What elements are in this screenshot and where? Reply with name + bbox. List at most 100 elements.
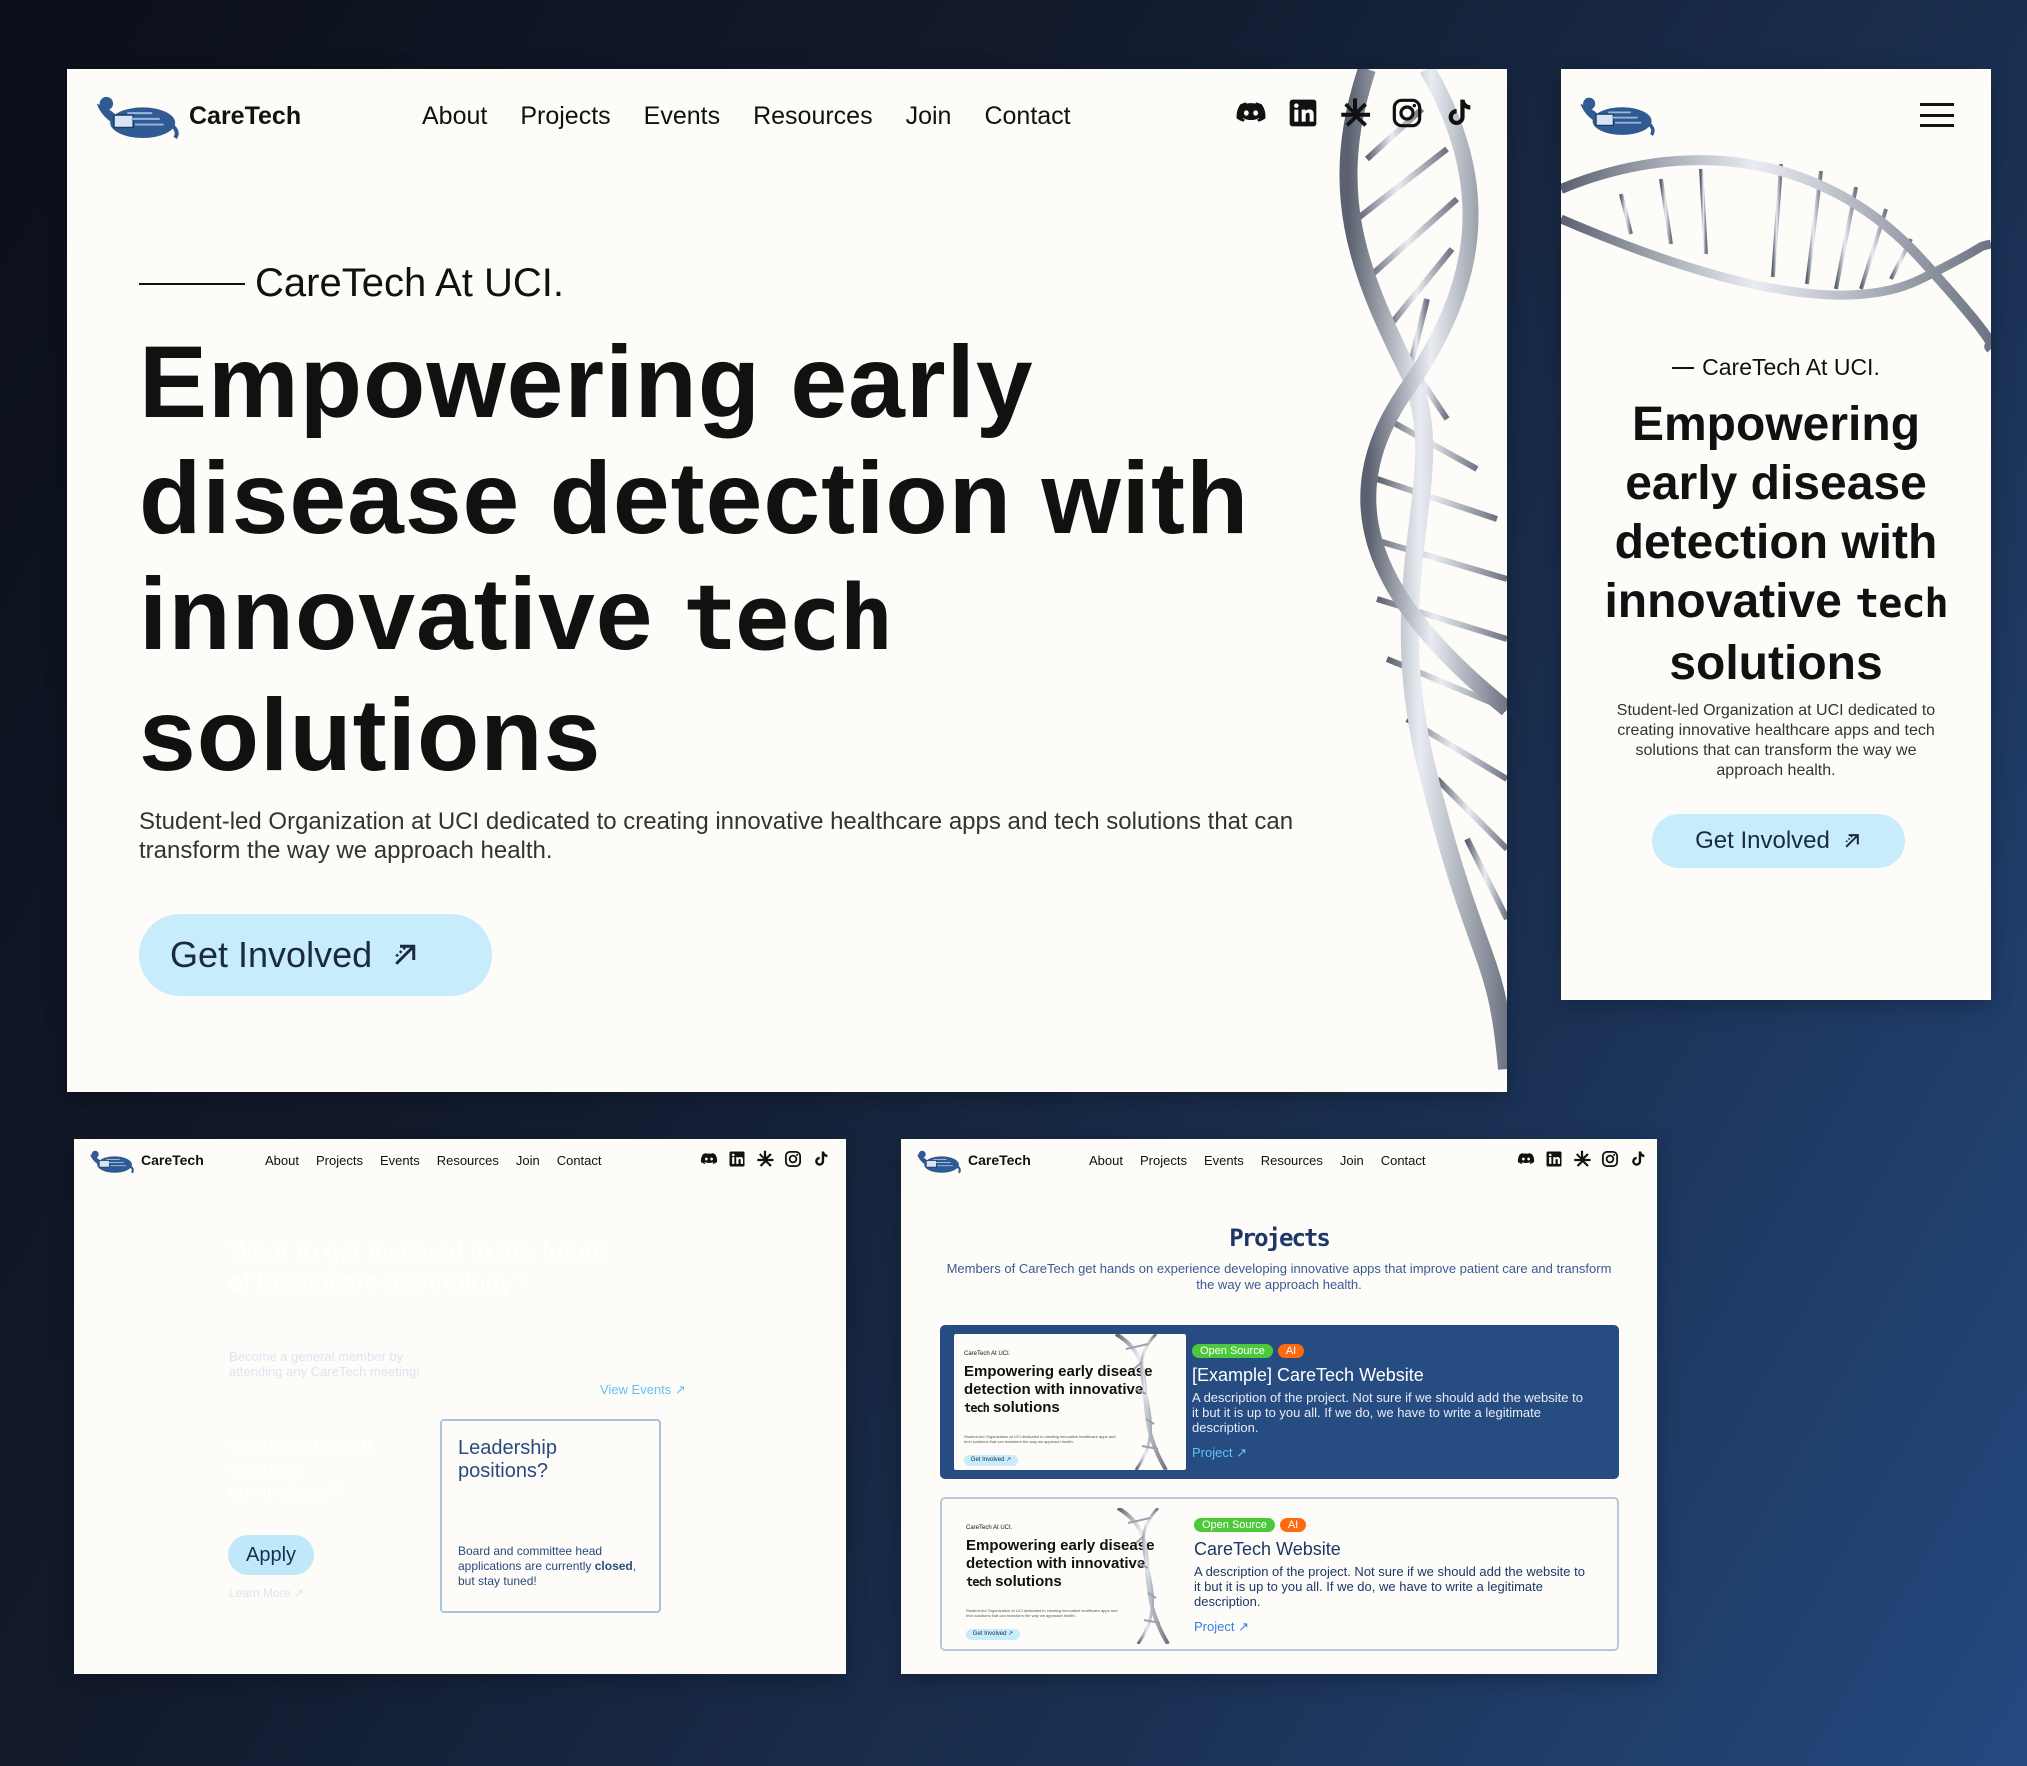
main-nav: About Projects Events Resources Join Con… (265, 1153, 602, 1168)
project-link[interactable]: Project ↗ (1194, 1619, 1249, 1635)
projects-screen: CareTech About Projects Events Resources… (901, 1139, 1657, 1674)
project-description: A description of the project. Not sure i… (1194, 1564, 1585, 1609)
headline-line: innovative tech (1581, 572, 1971, 634)
social-links (1517, 1150, 1647, 1168)
project-card[interactable]: CareTech At UCI. Empowering early diseas… (940, 1325, 1619, 1479)
discord-icon[interactable] (1235, 97, 1267, 129)
card-text: Board and committee head applications ar… (458, 1544, 638, 1589)
nav-about[interactable]: About (1089, 1153, 1123, 1168)
linktree-icon[interactable] (756, 1150, 774, 1168)
linkedin-icon[interactable] (728, 1150, 746, 1168)
thumb-end: solutions (993, 1399, 1060, 1416)
headline-line: Empowering (1631, 398, 1921, 451)
instagram-icon[interactable] (1391, 97, 1423, 129)
nav-projects[interactable]: Projects (316, 1153, 363, 1168)
dna-helix-image (1561, 155, 1991, 353)
kicker-text: CareTech At UCI. (255, 261, 565, 305)
tiktok-icon[interactable] (1629, 1150, 1647, 1168)
headline-tech: tech (682, 566, 894, 671)
social-links (700, 1150, 830, 1168)
card-title: Leadership positions? (458, 1437, 557, 1482)
get-involved-button[interactable]: Get Involved (139, 914, 492, 996)
projects-title: Projects (1229, 1224, 1331, 1252)
headline-innovative: innovative (1604, 575, 1842, 628)
tag-open-source: Open Source (1194, 1518, 1275, 1532)
social-links (1235, 97, 1475, 129)
linktree-icon[interactable] (1339, 97, 1371, 129)
nav-projects[interactable]: Projects (1140, 1153, 1187, 1168)
headline-line: early disease (1625, 457, 1927, 510)
tiktok-icon[interactable] (812, 1150, 830, 1168)
nav-events[interactable]: Events (380, 1153, 420, 1168)
instagram-icon[interactable] (1601, 1150, 1619, 1168)
brand-name[interactable]: CareTech (968, 1152, 1031, 1168)
thumb-kicker: CareTech At UCI. (964, 1351, 1011, 1357)
card-subtitle: Become a general member by attending any… (229, 1349, 420, 1379)
hero-subtitle: Student-led Organization at UCI dedicate… (1616, 702, 1936, 779)
general-member-card: Want to get involved in the future of he… (212, 1220, 706, 1410)
nav-projects[interactable]: Projects (520, 102, 610, 131)
linkedin-icon[interactable] (1287, 97, 1319, 129)
nav-events[interactable]: Events (644, 102, 720, 131)
headline-line: detection with (1614, 516, 1938, 569)
caretech-logo[interactable] (93, 90, 179, 142)
nav-contact[interactable]: Contact (1381, 1153, 1426, 1168)
nav-join[interactable]: Join (516, 1153, 540, 1168)
join-screen: CareTech About Projects Events Resources… (74, 1139, 846, 1674)
nav-contact[interactable]: Contact (984, 102, 1070, 131)
cta-label: Get Involved (170, 934, 373, 975)
thumb-end: solutions (995, 1573, 1062, 1590)
learn-more-link[interactable]: Learn More ↗ (229, 1586, 304, 1600)
caretech-logo[interactable] (915, 1146, 961, 1176)
headline-end: solutions (139, 678, 602, 792)
nav-join[interactable]: Join (1340, 1153, 1364, 1168)
project-link[interactable]: Project ↗ (1192, 1445, 1247, 1461)
hamburger-menu-icon[interactable] (1920, 103, 1954, 127)
project-name: CareTech Website (1194, 1539, 1341, 1559)
nav-contact[interactable]: Contact (557, 1153, 602, 1168)
linkedin-icon[interactable] (1545, 1150, 1563, 1168)
desktop-hero-screen: CareTech About Projects Events Resources… (67, 69, 1507, 1092)
hero-kicker: CareTech At UCI. (1561, 354, 1991, 381)
caretech-logo[interactable] (1577, 91, 1655, 139)
view-events-link[interactable]: View Events ↗ (600, 1382, 686, 1398)
kicker-rule (139, 282, 245, 285)
discord-icon[interactable] (700, 1150, 718, 1168)
project-card[interactable]: CareTech At UCI. Empowering early diseas… (940, 1497, 1619, 1651)
project-name: [Example] CareTech Website (1192, 1365, 1424, 1385)
apply-button[interactable]: Apply (228, 1535, 314, 1575)
project-thumbnail: CareTech At UCI. Empowering early diseas… (954, 1334, 1186, 1470)
closed-status: closed (594, 1559, 633, 1573)
main-nav: About Projects Events Resources Join Con… (422, 102, 1071, 131)
main-nav: About Projects Events Resources Join Con… (1089, 1153, 1426, 1168)
nav-about[interactable]: About (422, 102, 487, 131)
discord-icon[interactable] (1517, 1150, 1535, 1168)
headline-line: solutions (1669, 637, 1883, 690)
project-tags: Open Source AI (1194, 1518, 1307, 1532)
site-header: CareTech About Projects Events Resources… (74, 1139, 846, 1184)
nav-resources[interactable]: Resources (437, 1153, 499, 1168)
kicker-text: CareTech At UCI. (1702, 354, 1880, 380)
headline-tech: tech (1855, 581, 1948, 627)
caretech-logo[interactable] (88, 1146, 134, 1176)
get-involved-button[interactable]: Get Involved (1652, 814, 1905, 868)
tiktok-icon[interactable] (1443, 97, 1475, 129)
nav-join[interactable]: Join (906, 102, 952, 131)
instagram-icon[interactable] (784, 1150, 802, 1168)
brand-name[interactable]: CareTech (141, 1152, 204, 1168)
arrow-up-right-icon (1842, 831, 1862, 851)
hero-headline: Empowering early disease detection with … (139, 324, 1339, 793)
hero-headline: Empowering early disease detection with … (1581, 395, 1971, 693)
nav-events[interactable]: Events (1204, 1153, 1244, 1168)
tag-ai: AI (1279, 1518, 1307, 1532)
thumb-tech: tech (966, 1575, 992, 1589)
nav-resources[interactable]: Resources (1261, 1153, 1323, 1168)
tag-ai: AI (1277, 1344, 1305, 1358)
nav-resources[interactable]: Resources (753, 102, 873, 131)
brand-name[interactable]: CareTech (189, 102, 301, 131)
project-tags: Open Source AI (1192, 1344, 1305, 1358)
thumb-kicker: CareTech At UCI. (966, 1525, 1013, 1531)
cta-label: Get Involved (1695, 827, 1830, 854)
nav-about[interactable]: About (265, 1153, 299, 1168)
linktree-icon[interactable] (1573, 1150, 1591, 1168)
